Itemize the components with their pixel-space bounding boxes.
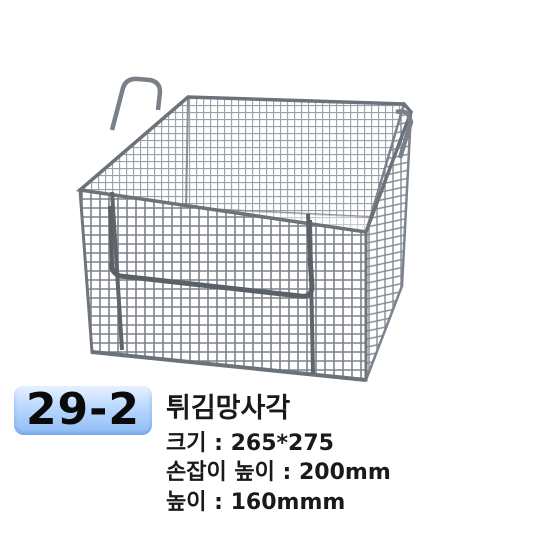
basket-back-wall — [184, 95, 406, 220]
model-number: 29-2 — [25, 384, 141, 435]
model-number-badge: 29-2 — [14, 384, 152, 435]
basket-handle-left — [109, 76, 163, 131]
product-photo — [75, 76, 414, 382]
height-spec: 높이 : 160mmm — [166, 490, 346, 515]
size-spec: 크기 : 265*275 — [166, 431, 334, 456]
handle-height-spec: 손잡이 높이 : 200mm — [166, 460, 391, 485]
product-name: 튀김망사각 — [166, 393, 291, 424]
